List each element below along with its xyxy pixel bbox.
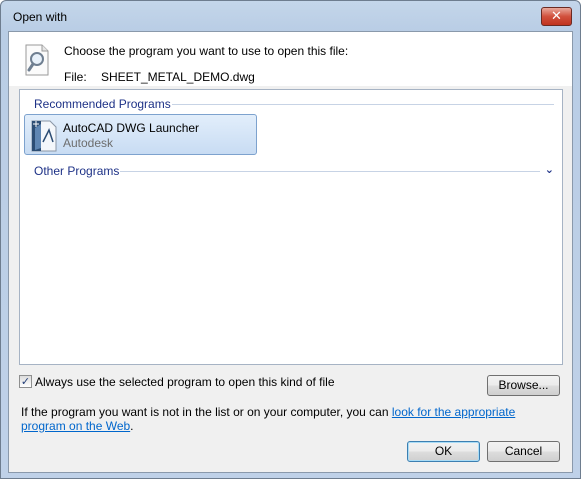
info-suffix: . (130, 419, 134, 433)
dialog-body: Choose the program you want to use to op… (8, 31, 573, 473)
cancel-button[interactable]: Cancel (487, 441, 560, 462)
browse-button[interactable]: Browse... (487, 375, 560, 396)
header-area: Choose the program you want to use to op… (9, 32, 572, 86)
always-use-label[interactable]: Always use the selected program to open … (35, 375, 335, 389)
info-text: If the program you want is not in the li… (21, 405, 561, 433)
ok-button[interactable]: OK (407, 441, 480, 462)
title-bar[interactable]: Open with ✕ (1, 1, 580, 31)
other-programs-header[interactable]: Other Programs (34, 164, 119, 178)
other-divider (120, 171, 540, 172)
file-name: SHEET_METAL_DEMO.dwg (101, 70, 255, 84)
prompt-text: Choose the program you want to use to op… (64, 44, 349, 58)
recommended-divider (172, 104, 554, 105)
autocad-dwg-icon (31, 120, 57, 152)
file-label: File: (64, 70, 87, 84)
window-title: Open with (13, 10, 68, 24)
info-message: If the program you want is not in the li… (21, 405, 392, 419)
program-item-autocad[interactable]: AutoCAD DWG Launcher Autodesk (24, 114, 257, 155)
close-button[interactable]: ✕ (541, 7, 572, 26)
always-use-checkbox[interactable]: ✓ (19, 375, 32, 388)
close-icon: ✕ (551, 9, 562, 24)
recommended-programs-header: Recommended Programs (34, 97, 171, 111)
document-magnifier-icon (25, 44, 49, 76)
open-with-dialog: Open with ✕ Choose the program you want … (0, 0, 581, 479)
program-list[interactable]: Recommended Programs AutoCAD DWG Launche… (19, 89, 563, 365)
program-name: AutoCAD DWG Launcher (63, 121, 200, 135)
program-publisher: Autodesk (63, 136, 114, 150)
chevron-down-icon[interactable]: ⌄ (545, 163, 554, 176)
